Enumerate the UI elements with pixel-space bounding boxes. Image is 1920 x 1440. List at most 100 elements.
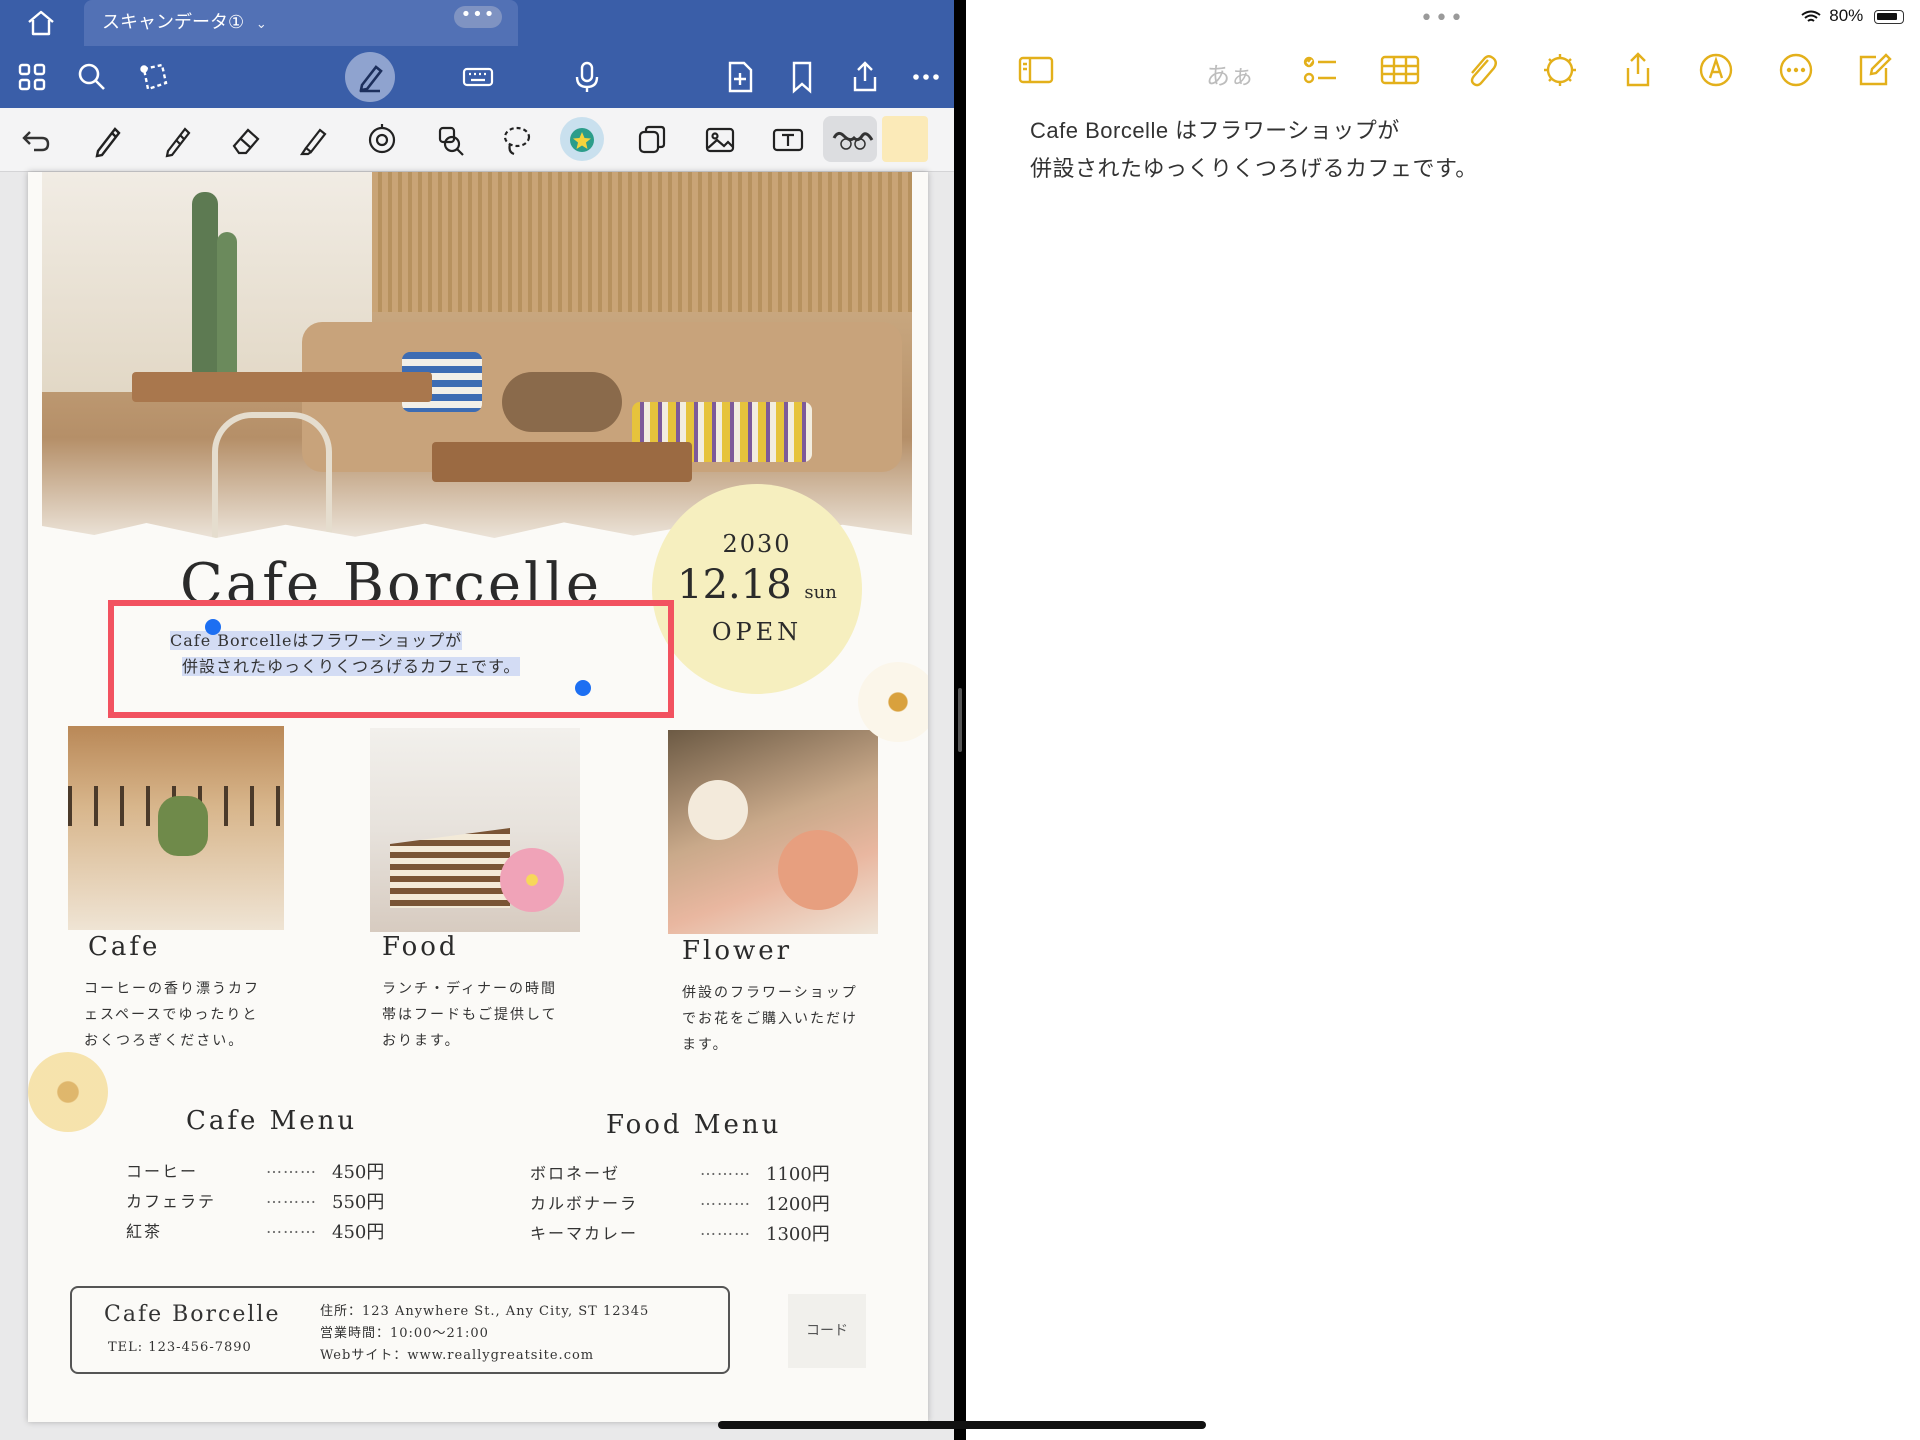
attachment-icon[interactable] (1460, 48, 1504, 92)
menu-item-dots: ……… (700, 1160, 751, 1179)
card-flower-text: 併設のフラワーショップ でお花をご購入いただけ ます。 (682, 980, 882, 1058)
zoom-icon[interactable] (430, 120, 470, 160)
lasso-shape-icon[interactable] (134, 57, 174, 97)
pen-mode-icon[interactable] (350, 57, 390, 97)
note-line: Cafe Borcelle はフラワーショップが (1030, 118, 1400, 143)
eraser-icon[interactable] (226, 120, 266, 160)
share-icon[interactable] (1616, 48, 1660, 92)
table-icon[interactable] (1378, 48, 1422, 92)
menu-item-price: 550円 (332, 1192, 385, 1213)
menu-item-dots: ……… (700, 1220, 751, 1239)
card-food-title: Food (382, 932, 459, 962)
cafe-photo (68, 726, 284, 930)
search-icon[interactable] (72, 57, 112, 97)
open-weekday: sun (804, 582, 837, 603)
add-page-icon[interactable] (720, 57, 760, 97)
menu-row: カルボナーラ ……… 1200円 (530, 1190, 830, 1220)
stroke-style-icon[interactable] (830, 120, 874, 160)
food-photo (370, 728, 580, 932)
note-line: 併設されたゆっくりくつろげるカフェです。 (1030, 156, 1478, 181)
selected-text[interactable]: Cafe Borcelleはフラワーショップが 併設されたゆっくりくつろげるカフ… (170, 628, 521, 680)
checklist-icon[interactable] (1298, 48, 1342, 92)
share-icon[interactable] (845, 57, 885, 97)
open-day: 12.18 sun (652, 562, 862, 608)
menu-item-price: 1300円 (766, 1224, 830, 1245)
chevron-down-icon[interactable]: ⌄ (256, 2, 267, 48)
note-body[interactable]: Cafe Borcelle はフラワーショップが 併設されたゆっくりくつろげるカ… (1030, 112, 1478, 188)
more-icon[interactable] (906, 57, 946, 97)
menu-item-price: 1100円 (766, 1164, 830, 1185)
pencil-icon[interactable] (158, 120, 198, 160)
wifi-icon (1800, 6, 1821, 26)
menu-item-dots: ……… (266, 1218, 317, 1237)
more-icon[interactable] (1774, 48, 1818, 92)
card-flower-text-line: でお花をご購入いただけ (682, 1011, 858, 1027)
multitasking-dots-icon[interactable]: ••• (1420, 6, 1465, 31)
grid-icon[interactable] (12, 57, 52, 97)
document-tab[interactable]: スキャンデータ① ⌄ (84, 0, 518, 46)
text-tool-icon[interactable] (768, 120, 808, 160)
footer-address: 住所：123 Anywhere St., Any City, ST 12345 (320, 1304, 650, 1319)
card-food-text-line: おります。 (382, 1033, 461, 1049)
card-cafe-text: コーヒーの香り漂うカフ ェスペースでゆったりと おくつろぎください。 (84, 976, 284, 1054)
notes-pane: ••• 80% あぁ Cafe Borcelle はフラワーショップが 併設され… (966, 0, 1920, 1440)
footer-cafe-name: Cafe Borcelle (104, 1302, 281, 1327)
magic-icon[interactable] (1538, 48, 1582, 92)
home-indicator[interactable] (718, 1421, 1206, 1429)
goodnotes-pane: スキャンデータ① ⌄ ••• 2030 12.18 sun OPEN Cafe … (0, 0, 954, 1440)
menu-item-dots: ……… (266, 1158, 317, 1177)
menu-item-name: キーマカレー (530, 1224, 639, 1243)
open-label: OPEN (711, 618, 803, 646)
microphone-icon[interactable] (567, 57, 607, 97)
undo-icon[interactable] (16, 120, 56, 160)
multitasking-dots-icon[interactable]: ••• (454, 6, 502, 28)
compose-icon[interactable] (1852, 48, 1896, 92)
card-cafe-title: Cafe (88, 932, 161, 962)
pen-icon[interactable] (88, 120, 128, 160)
keyboard-icon[interactable] (458, 57, 498, 97)
document-tab-title: スキャンデータ① (102, 12, 245, 33)
elements-icon[interactable] (632, 120, 672, 160)
selection-start-handle[interactable] (205, 619, 221, 635)
status-bar: 80% (1800, 6, 1904, 26)
menu-row: コーヒー ……… 450円 (126, 1158, 386, 1188)
menu-row: 紅茶 ……… 450円 (126, 1218, 386, 1248)
home-icon[interactable] (26, 10, 56, 36)
open-date: 12.18 (677, 562, 792, 608)
tab-bar: スキャンデータ① ⌄ ••• (0, 0, 954, 46)
card-food-text: ランチ・ディナーの時間 帯はフードもご提供して おります。 (382, 976, 582, 1054)
menu-item-dots: ……… (266, 1188, 317, 1207)
highlighter-icon[interactable] (294, 120, 334, 160)
card-food-text-line: ランチ・ディナーの時間 (382, 981, 558, 997)
bookmark-icon[interactable] (782, 57, 822, 97)
menu-item-dots: ……… (700, 1190, 751, 1209)
split-view-handle[interactable] (958, 688, 962, 752)
menu-item-price: 450円 (332, 1162, 385, 1183)
card-flower-text-line: 併設のフラワーショップ (682, 985, 858, 1001)
menu-item-name: カルボナーラ (530, 1194, 639, 1213)
flower-photo (668, 730, 878, 934)
text-format-button[interactable]: あぁ (1206, 56, 1254, 91)
menu-item-price: 450円 (332, 1222, 385, 1243)
cafe-menu-title: Cafe Menu (186, 1106, 358, 1136)
contact-info-box: Cafe Borcelle TEL: 123-456-7890 住所：123 A… (70, 1286, 730, 1374)
lasso-icon[interactable] (496, 120, 536, 160)
card-cafe-text-line: コーヒーの香り漂うカフ (84, 981, 260, 997)
document-page[interactable]: 2030 12.18 sun OPEN Cafe Borcelle Cafe B… (28, 172, 928, 1422)
sidebar-icon[interactable] (1014, 48, 1058, 92)
menu-row: カフェラテ ……… 550円 (126, 1188, 386, 1218)
selection-end-handle[interactable] (575, 680, 591, 696)
card-food-text-line: 帯はフードもご提供して (382, 1007, 558, 1023)
footer-tel: TEL: 123-456-7890 (108, 1340, 252, 1355)
shape-icon[interactable] (362, 120, 402, 160)
card-flower-title: Flower (682, 936, 793, 966)
markup-icon[interactable] (1694, 48, 1738, 92)
menu-item-price: 1200円 (766, 1194, 830, 1215)
image-icon[interactable] (700, 120, 740, 160)
main-toolbar (0, 46, 954, 108)
battery-percent: 80% (1829, 6, 1864, 25)
qr-code-placeholder: コード (788, 1294, 866, 1368)
sticker-icon[interactable] (562, 120, 602, 160)
daisy-decoration (858, 662, 928, 742)
color-swatch[interactable] (882, 116, 928, 162)
